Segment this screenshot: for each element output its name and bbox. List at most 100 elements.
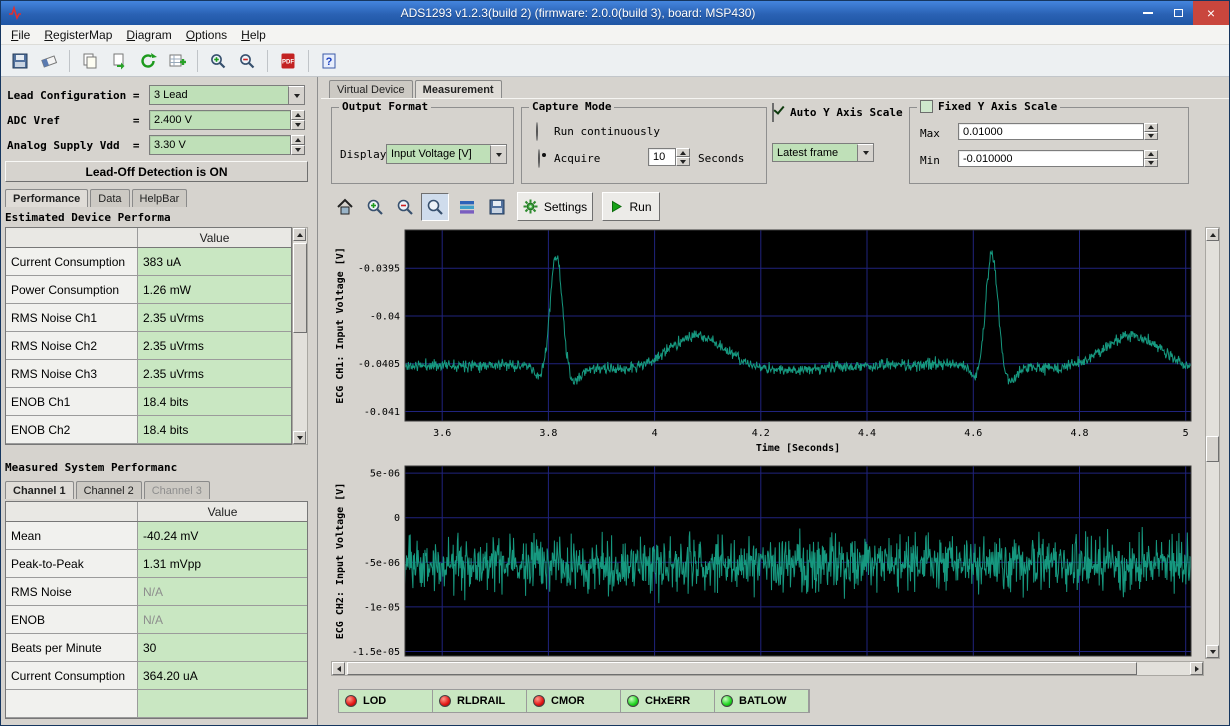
table-row: ENOB Ch218.4 bits — [6, 416, 291, 444]
menu-diagram[interactable]: Diagram — [119, 26, 178, 44]
scrollbar-thumb[interactable] — [1206, 436, 1219, 462]
tab-measurement[interactable]: Measurement — [415, 80, 502, 98]
svg-text:-1e-05: -1e-05 — [364, 602, 400, 613]
run-continuously-radio[interactable] — [536, 122, 538, 141]
run-button[interactable]: Run — [602, 192, 660, 221]
vdd-stepper[interactable] — [291, 135, 305, 155]
app-window: ADS1293 v1.2.3(build 2) (firmware: 2.0.0… — [0, 0, 1230, 726]
scrollbar-thumb[interactable] — [347, 662, 1137, 675]
spin-up-icon[interactable] — [291, 135, 305, 145]
vdd-value[interactable]: 3.30 V — [149, 135, 291, 155]
scrollbar-track[interactable] — [293, 241, 307, 431]
menu-file[interactable]: File — [4, 26, 37, 44]
max-field[interactable]: 0.01000 — [958, 123, 1158, 140]
status-rldrail: RLDRAIL — [433, 690, 527, 712]
acquire-radio[interactable] — [538, 149, 540, 168]
frame-select-value: Latest frame — [773, 144, 857, 161]
svg-text:-0.0395: -0.0395 — [358, 264, 400, 275]
scroll-up-icon[interactable] — [293, 228, 306, 241]
copy-icon[interactable] — [77, 48, 103, 74]
zoom-in-icon[interactable] — [205, 48, 231, 74]
chevron-down-icon[interactable] — [857, 144, 873, 161]
menu-options[interactable]: Options — [179, 26, 234, 44]
tab-channel-3[interactable]: Channel 3 — [144, 481, 210, 499]
lead-config-combo[interactable]: 3 Lead — [149, 85, 305, 105]
scrollbar-track[interactable] — [1206, 241, 1219, 645]
min-field[interactable]: -0.010000 — [958, 150, 1158, 167]
scroll-left-icon[interactable] — [332, 662, 345, 675]
tab-performance[interactable]: Performance — [5, 189, 88, 207]
spin-up-icon[interactable] — [1144, 123, 1158, 132]
zoom-out-icon[interactable] — [234, 48, 260, 74]
spin-down-icon[interactable] — [1144, 159, 1158, 168]
spin-down-icon[interactable] — [291, 120, 305, 130]
spin-down-icon[interactable] — [291, 145, 305, 155]
scroll-up-icon[interactable] — [1206, 228, 1219, 241]
scrollbar-track[interactable] — [345, 662, 1190, 675]
chevron-down-icon[interactable] — [490, 145, 506, 163]
save-icon[interactable] — [7, 48, 33, 74]
tab-helpbar[interactable]: HelpBar — [132, 189, 188, 207]
ecg-ch2-chart[interactable]: 5e-060-5e-06-1e-05-1.5e-05ECG CH2: Input… — [331, 463, 1203, 659]
export-icon[interactable] — [106, 48, 132, 74]
capture-mode-title: Capture Mode — [529, 100, 614, 113]
chart-zoom-in-icon[interactable] — [361, 193, 389, 221]
erase-icon[interactable] — [36, 48, 62, 74]
seconds-value[interactable]: 10 — [648, 148, 676, 166]
scrollbar-thumb[interactable] — [293, 243, 307, 333]
tab-virtual-device[interactable]: Virtual Device — [329, 80, 413, 98]
spin-up-icon[interactable] — [291, 110, 305, 120]
leadoff-detection-button[interactable]: Lead-Off Detection is ON — [5, 161, 308, 182]
vdd-field[interactable]: 3.30 V — [149, 135, 305, 155]
refresh-icon[interactable] — [135, 48, 161, 74]
output-format-group: Output Format Display Input Voltage [V] — [331, 107, 514, 184]
help-icon[interactable]: ? — [316, 48, 342, 74]
seconds-stepper[interactable]: 10 — [648, 148, 690, 166]
acquire-label: Acquire — [554, 152, 600, 165]
chevron-down-icon[interactable] — [288, 86, 304, 104]
minimize-button[interactable] — [1133, 1, 1163, 25]
spin-up-icon[interactable] — [1144, 150, 1158, 159]
frame-select-combo[interactable]: Latest frame — [772, 143, 874, 162]
spin-up-icon[interactable] — [676, 148, 690, 157]
menu-registermap[interactable]: RegisterMap — [37, 26, 119, 44]
table-scrollbar[interactable] — [292, 227, 308, 445]
adc-vref-stepper[interactable] — [291, 110, 305, 130]
title-bar[interactable]: ADS1293 v1.2.3(build 2) (firmware: 2.0.0… — [1, 1, 1229, 25]
chart-save-icon[interactable] — [483, 193, 511, 221]
spin-down-icon[interactable] — [1144, 132, 1158, 141]
tab-channel-1[interactable]: Channel 1 — [5, 481, 74, 499]
home-icon[interactable] — [331, 193, 359, 221]
chart-zoom-out-icon[interactable] — [391, 193, 419, 221]
ecg-ch1-chart[interactable]: -0.0395-0.04-0.0405-0.0413.63.844.24.44.… — [331, 227, 1203, 461]
chart-zoom-select-icon[interactable] — [421, 193, 449, 221]
table-row: RMS Noise Ch22.35 uVrms — [6, 332, 291, 360]
min-value[interactable]: -0.010000 — [958, 150, 1144, 167]
pdf-icon[interactable]: PDF — [275, 48, 301, 74]
tab-data[interactable]: Data — [90, 189, 129, 207]
menu-help[interactable]: Help — [234, 26, 273, 44]
close-button[interactable]: × — [1193, 1, 1229, 25]
adc-vref-value[interactable]: 2.400 V — [149, 110, 291, 130]
fixed-y-checkbox[interactable] — [920, 100, 933, 113]
adc-vref-label: ADC Vref = — [7, 114, 146, 127]
fixed-y-label: Fixed Y Axis Scale — [938, 100, 1057, 113]
scroll-right-icon[interactable] — [1190, 662, 1203, 675]
min-label: Min — [920, 154, 940, 167]
max-value[interactable]: 0.01000 — [958, 123, 1144, 140]
status-batlow: BATLOW — [715, 690, 809, 712]
scroll-down-icon[interactable] — [293, 431, 306, 444]
tab-channel-2[interactable]: Channel 2 — [76, 481, 142, 499]
table-icon[interactable] — [164, 48, 190, 74]
chart-vertical-scrollbar[interactable] — [1205, 227, 1220, 659]
settings-button[interactable]: Settings — [517, 192, 593, 221]
adc-vref-field[interactable]: 2.400 V — [149, 110, 305, 130]
maximize-button[interactable] — [1163, 1, 1193, 25]
display-format-combo[interactable]: Input Voltage [V] — [386, 144, 507, 164]
chart-horizontal-scrollbar[interactable] — [331, 661, 1204, 676]
scroll-down-icon[interactable] — [1206, 645, 1219, 658]
auto-y-checkbox[interactable] — [772, 103, 774, 122]
legend-icon[interactable] — [453, 193, 481, 221]
spin-down-icon[interactable] — [676, 157, 690, 166]
display-label: Display — [340, 148, 386, 161]
